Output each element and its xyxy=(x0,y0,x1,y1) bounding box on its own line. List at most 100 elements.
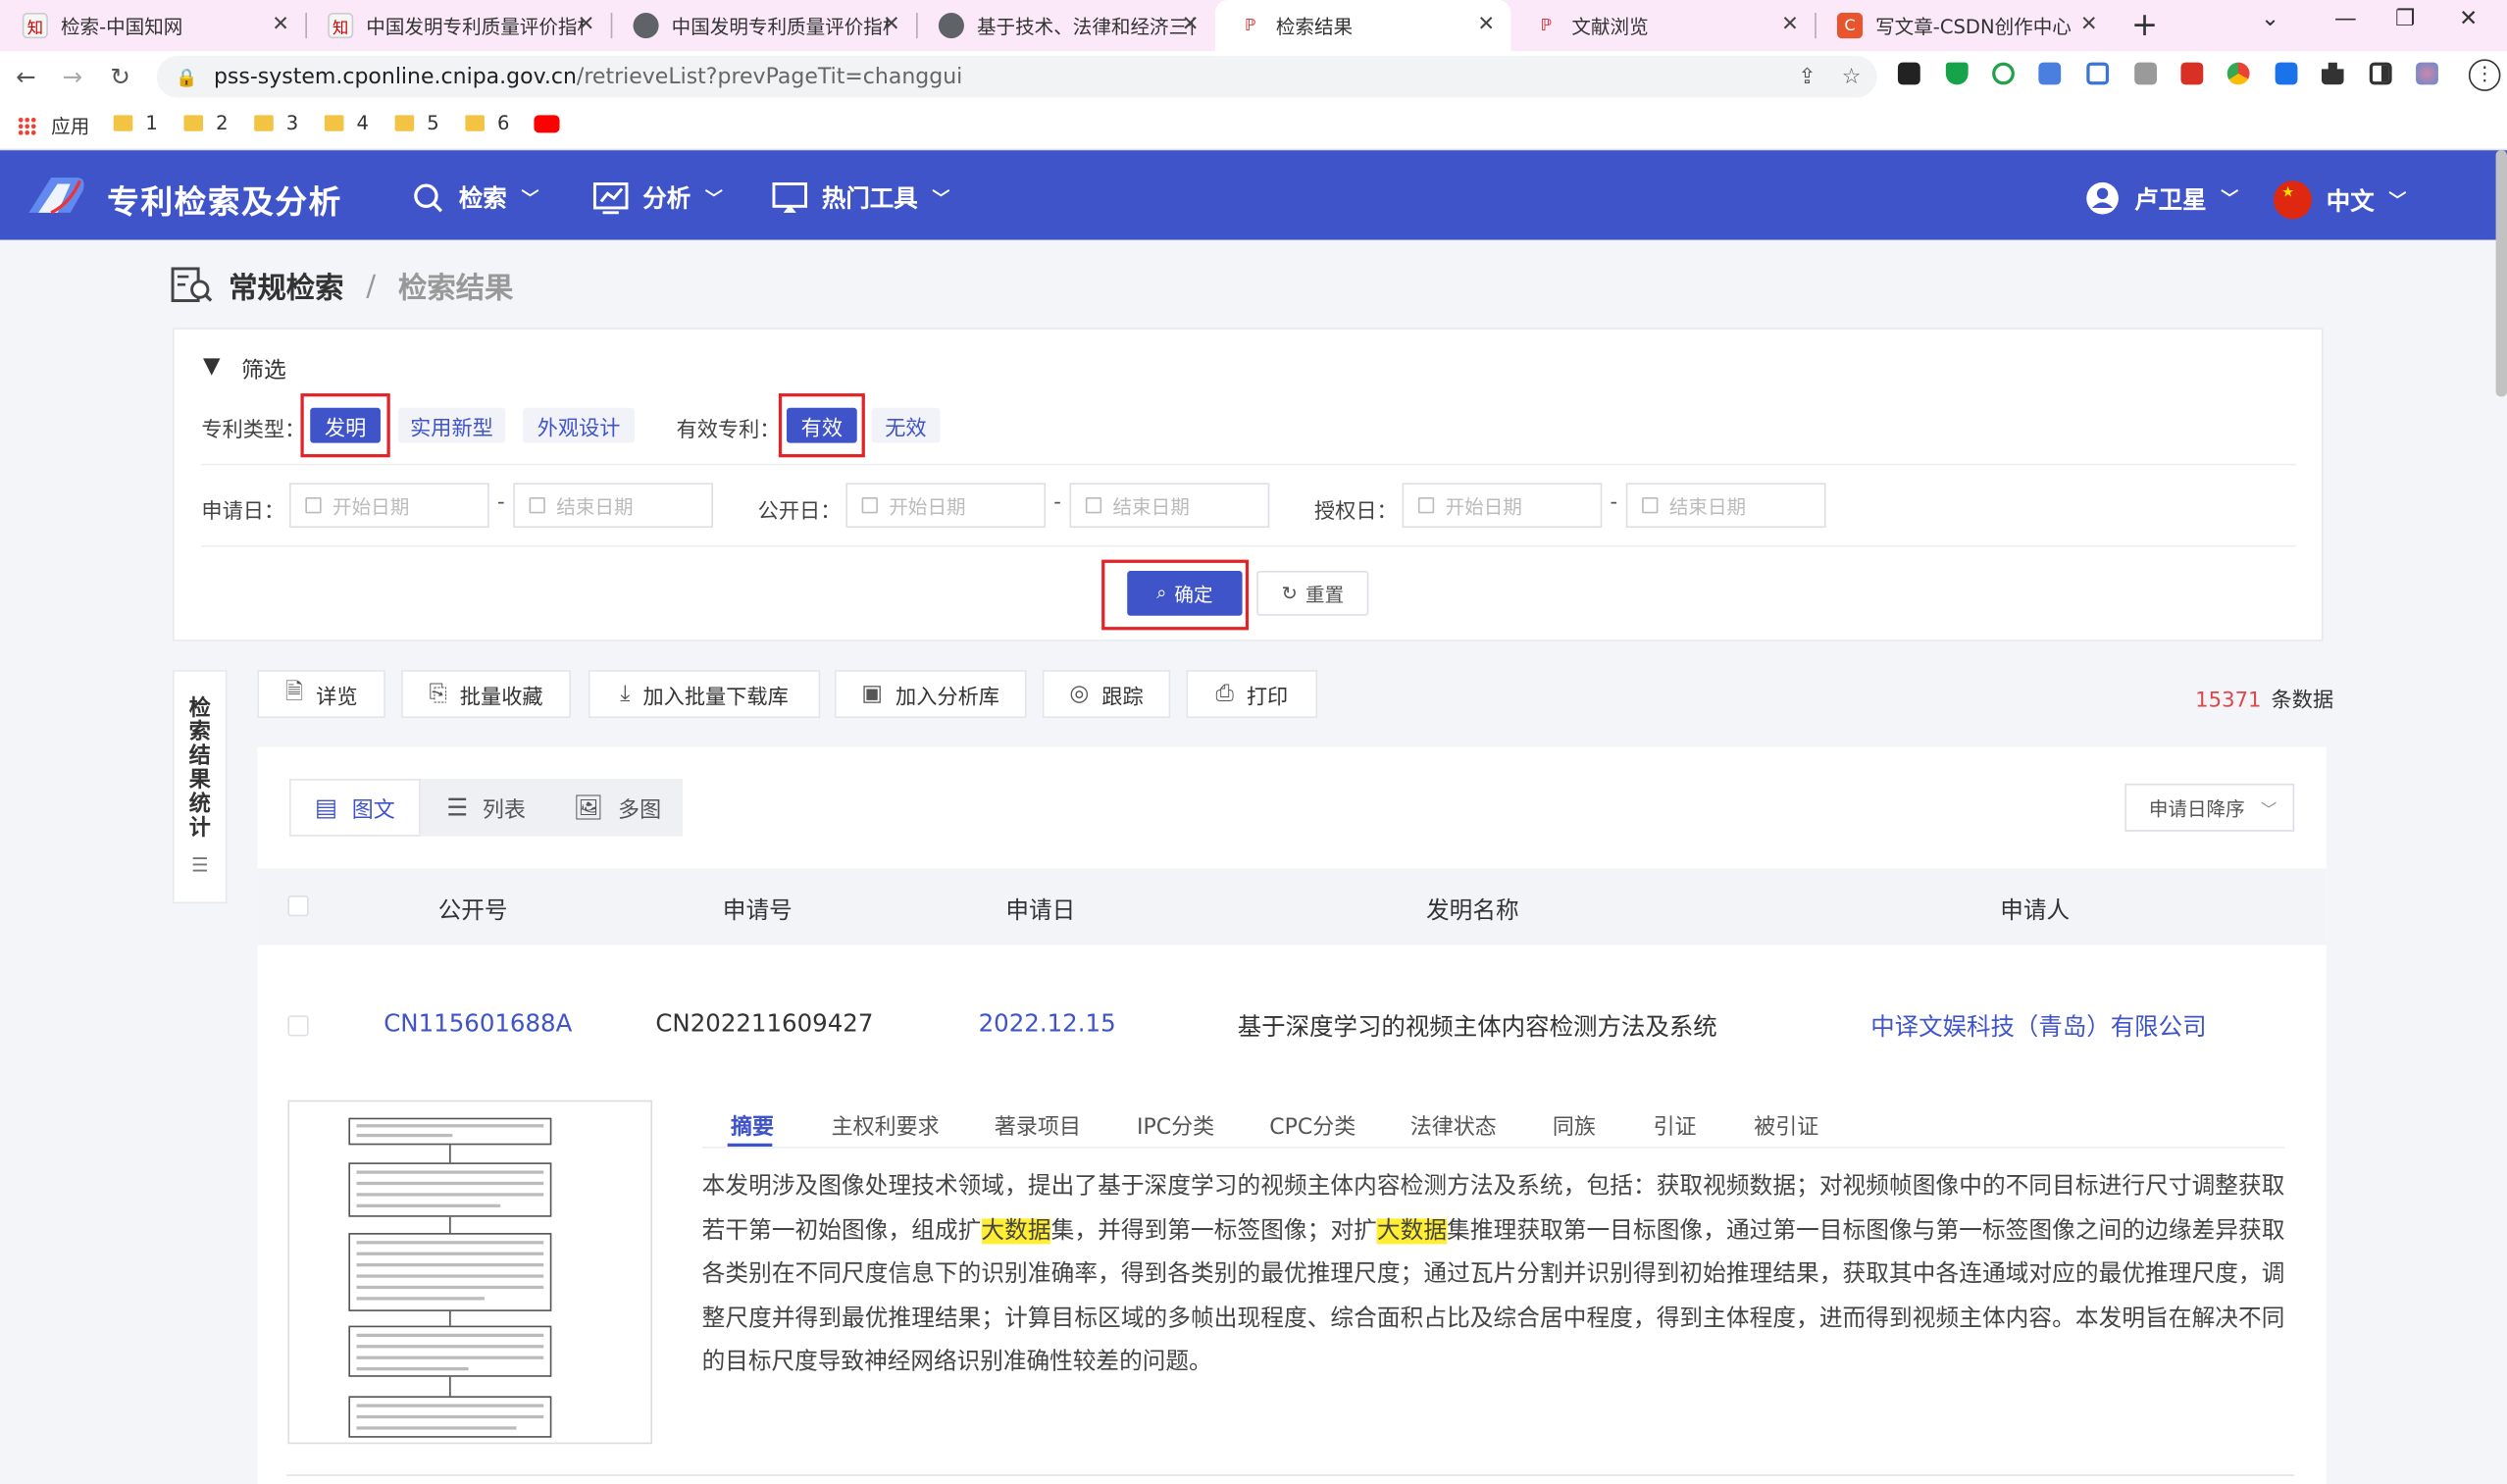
share-icon[interactable]: ⇪ xyxy=(1798,64,1816,89)
chrome-icon[interactable] xyxy=(2226,62,2250,85)
language-menu[interactable]: ★ 中文 ﹀ xyxy=(2274,180,2406,220)
extension-icon[interactable] xyxy=(2275,62,2298,85)
close-tab-icon[interactable]: ✕ xyxy=(1477,13,1495,36)
apply-start-date[interactable]: 开始日期 xyxy=(289,483,489,529)
bookmark-apps[interactable]: 应用 xyxy=(17,112,89,139)
close-window-icon[interactable]: ✕ xyxy=(2459,7,2478,32)
nav-search[interactable]: 检索 ﹀ xyxy=(413,180,539,214)
back-icon[interactable]: ← xyxy=(16,63,36,91)
star-icon[interactable]: ☆ xyxy=(1842,64,1862,89)
bookmarks-bar: 应用 1 2 3 4 5 6 xyxy=(0,102,2507,151)
tab-ipc[interactable]: IPC分类 xyxy=(1137,1108,1214,1140)
tab-search-icon[interactable]: ⌄ xyxy=(2261,7,2279,32)
bookmark-folder[interactable]: 3 xyxy=(254,112,298,134)
profile-icon[interactable] xyxy=(2416,62,2438,85)
browser-tab[interactable]: C 写文章-CSDN创作中心 ✕ xyxy=(1815,0,2114,51)
tab-abstract[interactable]: 摘要 xyxy=(731,1108,774,1140)
calendar-icon xyxy=(305,497,322,514)
pub-end-date[interactable]: 结束日期 xyxy=(1069,483,1270,529)
applicant-link[interactable]: 中译文娱科技（青岛）有限公司 xyxy=(1870,1009,2206,1043)
bookmark-folder[interactable]: 6 xyxy=(465,112,509,134)
extension-icon[interactable] xyxy=(2086,62,2110,85)
tab-bibliographic[interactable]: 著录项目 xyxy=(995,1108,1081,1140)
breadcrumb-link[interactable]: 常规检索 xyxy=(229,266,343,307)
restore-icon[interactable]: ❐ xyxy=(2395,7,2415,32)
close-tab-icon[interactable]: ✕ xyxy=(1182,13,1200,36)
bookmark-folder[interactable]: 2 xyxy=(183,112,229,134)
track-button[interactable]: ◎ 跟踪 xyxy=(1042,670,1171,719)
reset-button[interactable]: ↻ 重置 xyxy=(1256,571,1369,616)
browser-tab-active[interactable]: ℙ 检索结果 ✕ xyxy=(1214,0,1511,52)
browser-tab[interactable]: 中国发明专利质量评价指标 ✕ xyxy=(611,0,918,51)
lock-icon: 🔒 xyxy=(176,66,198,87)
extension-icon[interactable] xyxy=(1992,62,2015,85)
grant-start-date[interactable]: 开始日期 xyxy=(1402,483,1603,529)
tab-family[interactable]: 同族 xyxy=(1553,1108,1596,1140)
add-analysis-button[interactable]: ▣ 加入分析库 xyxy=(834,670,1027,719)
view-multi-image[interactable]: 🖼 多图 xyxy=(551,779,683,837)
shield-extension-icon[interactable] xyxy=(1945,62,1969,85)
pub-start-date[interactable]: 开始日期 xyxy=(845,483,1047,529)
close-tab-icon[interactable]: ✕ xyxy=(2080,13,2098,36)
add-download-button[interactable]: ⤓ 加入批量下载库 xyxy=(588,670,821,719)
reload-icon[interactable]: ↻ xyxy=(110,63,130,91)
translate-icon[interactable] xyxy=(2038,62,2062,85)
cnipa-favicon-icon: ℙ xyxy=(1245,17,1256,35)
minimize-icon[interactable]: — xyxy=(2334,7,2357,32)
result-count: 15371 条数据 xyxy=(2195,689,2334,714)
close-tab-icon[interactable]: ✕ xyxy=(1781,13,1799,36)
tab-main-claim[interactable]: 主权利要求 xyxy=(832,1108,940,1140)
extension-icon[interactable] xyxy=(1897,62,1920,85)
chevron-down-icon: ﹀ xyxy=(2260,801,2277,820)
invalid-chip[interactable]: 无效 xyxy=(871,407,941,443)
tab-cited-by[interactable]: 被引证 xyxy=(1754,1108,1818,1140)
browser-tab[interactable]: 知 检索-中国知网 ✕ xyxy=(0,0,307,51)
tab-cpc[interactable]: CPC分类 xyxy=(1269,1108,1356,1140)
batch-favorite-button[interactable]: ⎘ 批量收藏 xyxy=(401,670,571,719)
sort-select[interactable]: 申请日降序 ﹀ xyxy=(2124,783,2295,832)
close-tab-icon[interactable]: ✕ xyxy=(272,13,289,36)
breadcrumb: 常规检索 / 检索结果 xyxy=(171,266,513,307)
browser-tab[interactable]: ℙ 文献浏览 ✕ xyxy=(1510,0,1816,51)
result-stats-toggle[interactable]: 检 索 结 果 统 计 ☰ xyxy=(173,670,228,904)
select-all-checkbox[interactable] xyxy=(287,896,309,917)
browser-tab[interactable]: 基于技术、法律和经济三位 ✕ xyxy=(916,0,1215,51)
forward-icon[interactable]: → xyxy=(63,63,83,91)
view-image-text[interactable]: ▤ 图文 xyxy=(289,779,421,837)
chevron-down-icon: ﹀ xyxy=(521,187,539,209)
address-bar[interactable]: 🔒 pss-system.cponline.cnipa.gov.cn/retri… xyxy=(156,56,1877,98)
type-utility-chip[interactable]: 实用新型 xyxy=(397,407,506,443)
tab-citation[interactable]: 引证 xyxy=(1654,1108,1697,1140)
page-scrollbar[interactable] xyxy=(2495,150,2507,397)
patent-title-link[interactable]: 基于深度学习的视频主体内容检测方法及系统 xyxy=(1238,1009,1717,1043)
close-tab-icon[interactable]: ✕ xyxy=(578,13,595,36)
grant-end-date[interactable]: 结束日期 xyxy=(1625,483,1826,529)
type-design-chip[interactable]: 外观设计 xyxy=(523,407,636,443)
bookmark-folder[interactable]: 1 xyxy=(113,112,158,134)
pub-number-link[interactable]: CN115601688A xyxy=(384,1009,572,1038)
print-button[interactable]: ⎙ 打印 xyxy=(1186,670,1318,719)
browser-tab-strip: 知 检索-中国知网 ✕ 知 中国发明专利质量评价指标 ✕ 中国发明专利质量评价指… xyxy=(0,0,2507,52)
detail-view-button[interactable]: 🗎 详览 xyxy=(257,670,385,719)
nav-hot-tools[interactable]: 热门工具 ﹀ xyxy=(772,180,949,214)
side-panel-icon[interactable] xyxy=(2369,62,2392,85)
more-menu-icon[interactable]: ⋮ xyxy=(2468,59,2501,91)
youtube-icon[interactable] xyxy=(534,115,560,133)
bookmark-folder[interactable]: 4 xyxy=(324,112,369,134)
tab-legal-status[interactable]: 法律状态 xyxy=(1410,1108,1497,1140)
folder-icon xyxy=(113,115,133,131)
nav-analysis[interactable]: 分析 ﹀ xyxy=(592,180,723,214)
patent-drawing-thumbnail[interactable] xyxy=(287,1100,653,1445)
browser-tab[interactable]: 知 中国发明专利质量评价指标 ✕ xyxy=(305,0,613,51)
pdf-icon[interactable] xyxy=(2180,62,2204,85)
row-checkbox[interactable] xyxy=(287,1015,309,1037)
bookmark-folder[interactable]: 5 xyxy=(394,112,439,134)
close-tab-icon[interactable]: ✕ xyxy=(883,13,900,36)
calendar-icon xyxy=(861,497,878,514)
new-tab-button[interactable]: + xyxy=(2131,5,2158,43)
apply-end-date[interactable]: 结束日期 xyxy=(513,483,714,529)
globe-icon xyxy=(938,13,964,39)
view-list[interactable]: ☰ 列表 xyxy=(421,779,552,837)
user-menu[interactable]: 卢卫星 ﹀ xyxy=(2085,180,2238,216)
extension-icon[interactable] xyxy=(2134,62,2158,85)
